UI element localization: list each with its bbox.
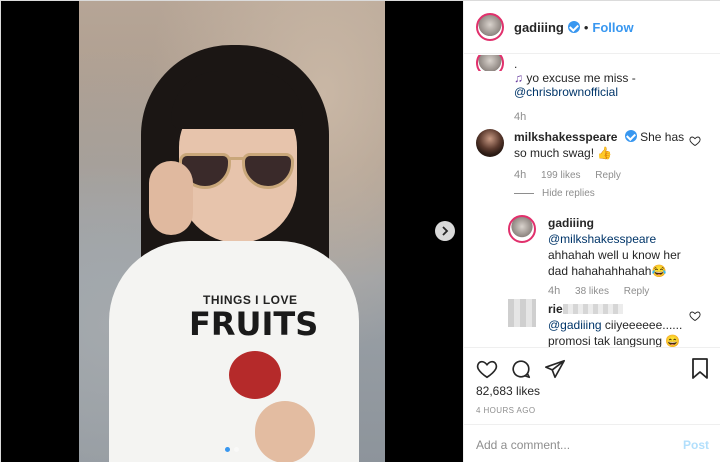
post-actions: 82,683 likes 4 HOURS AGO Post	[464, 347, 720, 462]
follow-button[interactable]: Follow	[592, 20, 633, 35]
comment-time: 4h	[514, 169, 527, 181]
heart-icon[interactable]	[689, 135, 701, 147]
comments-list[interactable]: . ♫ yo excuse me miss - @chrisbrownoffic…	[464, 55, 720, 347]
avatar[interactable]	[508, 215, 536, 243]
add-comment-bar: Post	[464, 424, 720, 462]
comment-mention[interactable]: @milkshakesspeare	[548, 232, 656, 246]
avatar[interactable]	[508, 299, 536, 327]
carousel-dot-active	[225, 447, 230, 452]
comment-meta: 4h 199 likes Reply	[514, 169, 633, 181]
avatar[interactable]	[476, 13, 504, 41]
list-item: rie @gadiiing ciiyeeeeee...... promosi t…	[548, 301, 688, 347]
caption-text: ♫ yo excuse me miss -	[514, 71, 636, 85]
avatar[interactable]	[476, 129, 504, 157]
comment-text: ahhahah well u know her dad hahahahhahah…	[548, 248, 681, 278]
comment-likes[interactable]: 199 likes	[541, 170, 580, 181]
list-item: milkshakesspeare She has so much swag! 👍	[514, 129, 694, 161]
post-media[interactable]: THINGS I LOVE FRUITS	[1, 1, 463, 462]
list-item: gadiiing @milkshakesspeare ahhahah well …	[548, 215, 688, 279]
post-button[interactable]: Post	[683, 438, 709, 452]
bookmark-icon[interactable]	[691, 358, 709, 380]
comment-input[interactable]	[476, 437, 666, 452]
share-icon[interactable]	[544, 358, 566, 380]
instagram-post-modal: THINGS I LOVE FRUITS gadiiing • Follow .…	[0, 0, 720, 462]
heart-icon[interactable]	[476, 358, 498, 380]
carousel-indicator	[225, 447, 239, 452]
likes-count[interactable]: 82,683 likes	[476, 384, 540, 398]
comment-time: 4h	[548, 285, 561, 297]
post-header: gadiiing • Follow	[464, 1, 720, 54]
verified-badge-icon	[624, 130, 637, 142]
comment-likes[interactable]: 38 likes	[575, 286, 609, 297]
comment-username[interactable]: gadiiing	[548, 216, 594, 230]
comment-text-line2: promosi tak langsung 😄	[548, 334, 681, 347]
reply-button[interactable]: Reply	[595, 170, 621, 181]
caption-dot: .	[514, 57, 518, 71]
blurred-username	[562, 304, 623, 314]
caption-avatar[interactable]	[476, 55, 506, 71]
comment-text: ciiyeeeeee......	[601, 318, 683, 332]
caption-time: 4h	[514, 111, 527, 123]
comment-mention[interactable]: @gadiiing	[548, 318, 602, 332]
hide-replies-button[interactable]: Hide replies	[514, 188, 595, 199]
caption-mention[interactable]: @chrisbrownofficial	[514, 85, 618, 99]
post-side-panel: gadiiing • Follow . ♫ yo excuse me miss …	[463, 1, 720, 462]
verified-badge-icon	[567, 21, 580, 33]
heart-icon[interactable]	[689, 310, 701, 322]
chevron-right-icon[interactable]	[435, 221, 455, 241]
music-note-icon: ♫	[514, 71, 527, 85]
reply-button[interactable]: Reply	[624, 286, 650, 297]
carousel-dot	[234, 447, 239, 452]
post-username[interactable]: gadiiing	[514, 20, 564, 35]
post-photo: THINGS I LOVE FRUITS	[79, 1, 385, 462]
post-timestamp: 4 HOURS AGO	[476, 406, 536, 415]
separator: •	[583, 19, 589, 35]
comment-username[interactable]: rie	[548, 302, 563, 316]
shirt-text-main: FRUITS	[189, 305, 319, 343]
comment-username[interactable]: milkshakesspeare	[514, 130, 617, 144]
comment-icon[interactable]	[510, 358, 532, 380]
comment-meta: 4h 38 likes Reply	[548, 285, 661, 297]
